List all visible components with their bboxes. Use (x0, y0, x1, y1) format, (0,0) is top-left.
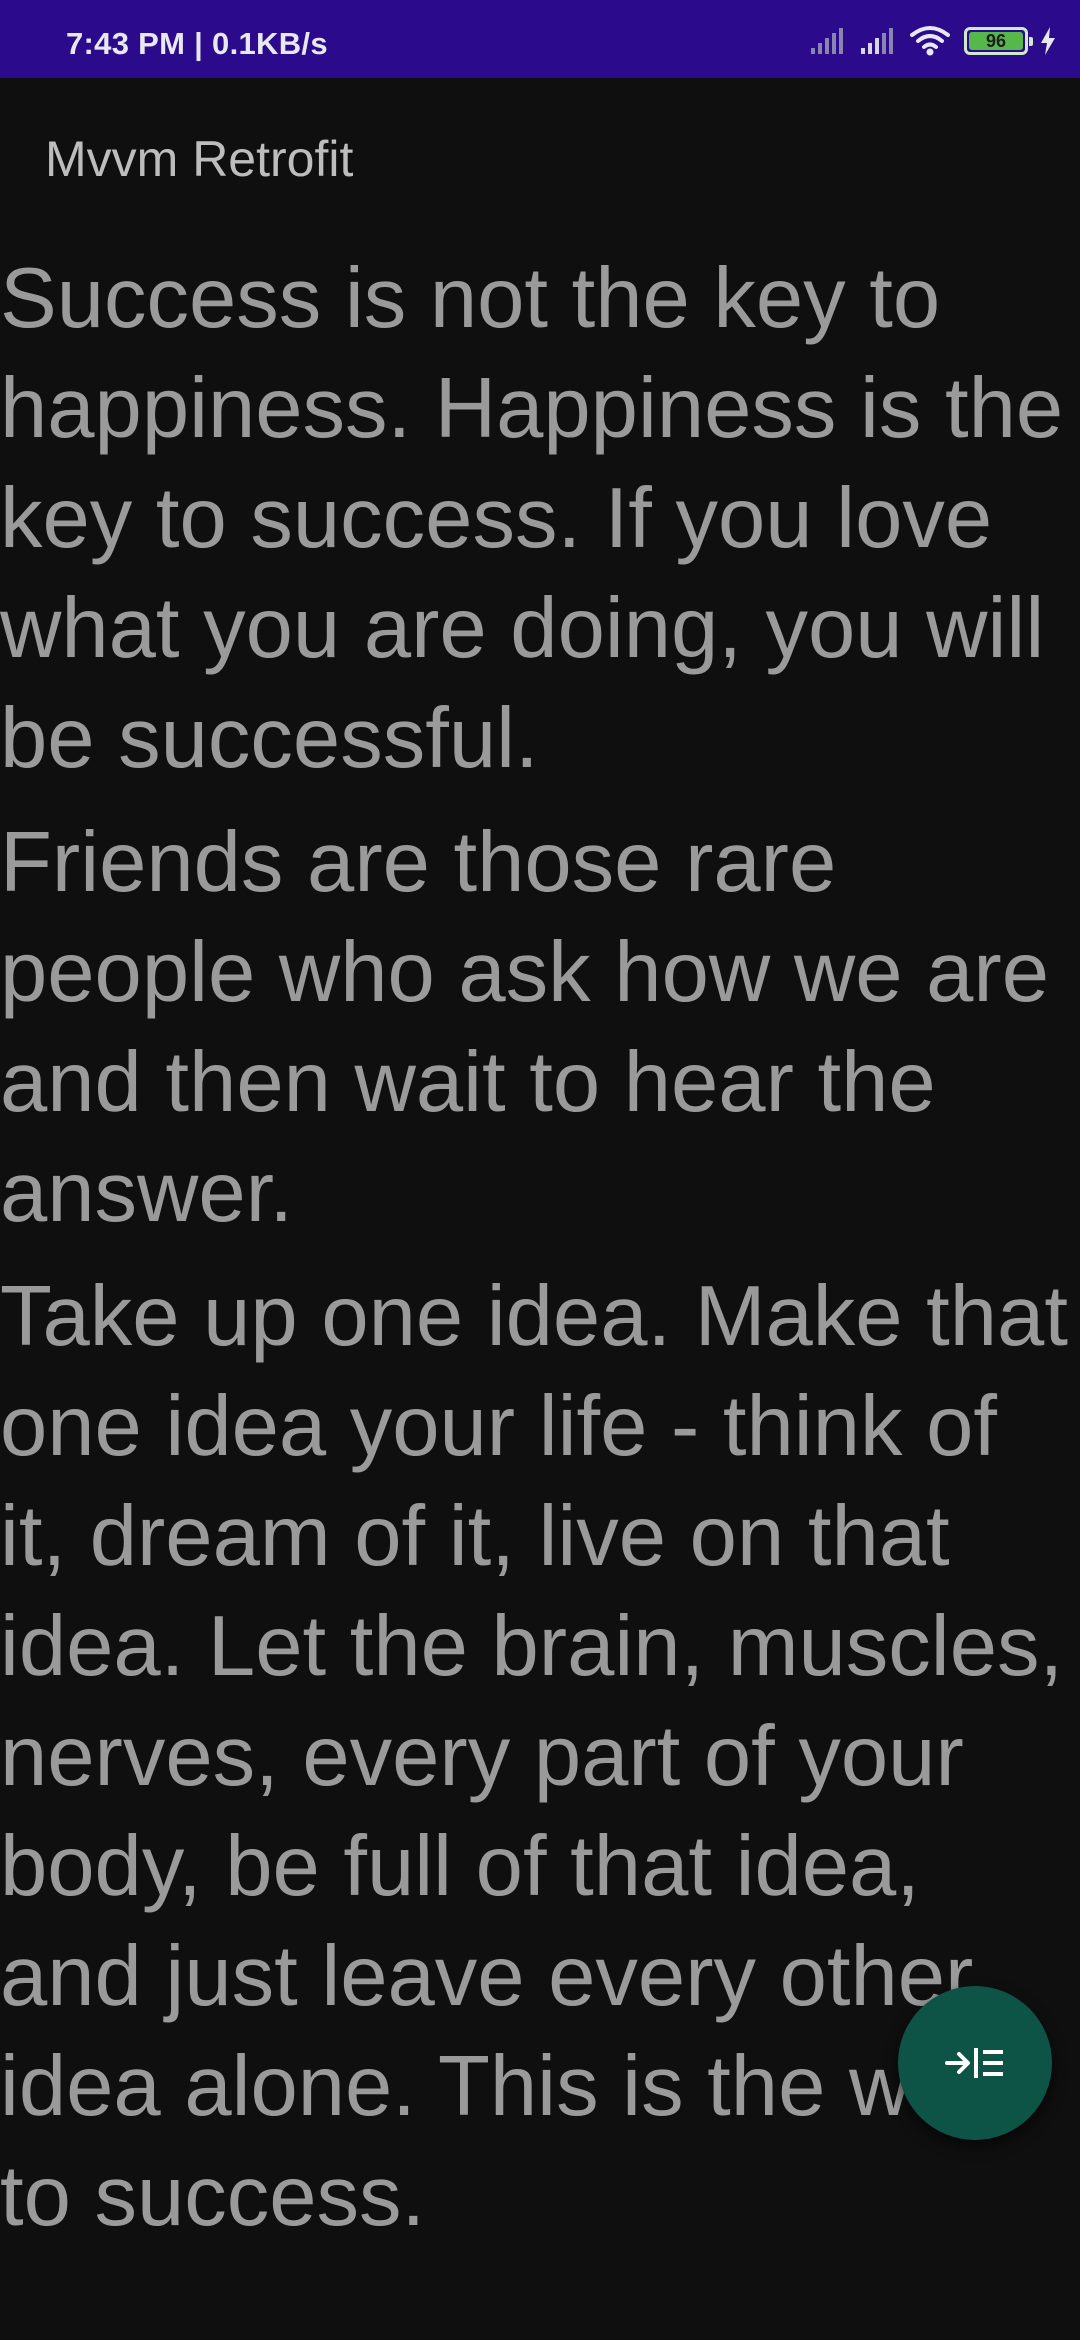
status-icons: 96 (810, 22, 1058, 60)
app-title: Mvvm Retrofit (45, 131, 354, 187)
app-bar: Mvvm Retrofit (0, 78, 1080, 244)
battery-level: 96 (985, 30, 1007, 51)
fab-button[interactable] (898, 1986, 1052, 2140)
status-bar: 7:43 PM | 0.1KB/s 96 (0, 0, 1080, 78)
quote-item: Success is not the key to happiness. Hap… (0, 251, 1064, 786)
quote-list[interactable]: Success is not the key to happiness. Hap… (0, 244, 1080, 2244)
quote-item: Friends are those rare people who ask ho… (0, 815, 1049, 1240)
format-indent-icon (945, 2048, 1003, 2078)
battery-icon: 96 (964, 27, 1033, 55)
signal-icon (811, 28, 843, 54)
wifi-icon (910, 26, 950, 56)
charging-bolt-icon (1041, 27, 1055, 55)
status-time: 7:43 PM | 0.1KB/s (66, 26, 328, 61)
signal-icon (861, 28, 893, 54)
